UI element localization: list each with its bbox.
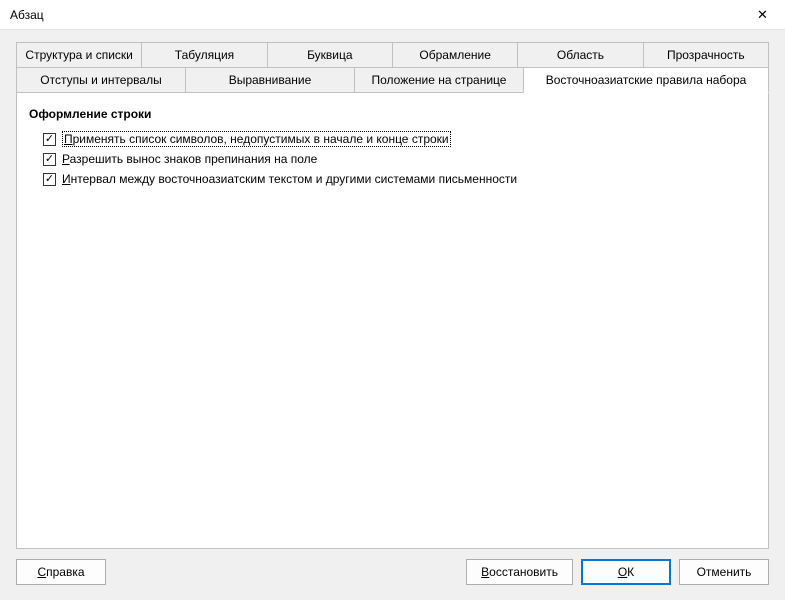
label-spacing-asian[interactable]: Интервал между восточноазиатским текстом… — [62, 172, 517, 186]
checkbox-hanging-punct[interactable] — [43, 153, 56, 166]
help-button[interactable]: Справка — [16, 559, 106, 585]
checkbox-forbidden-chars[interactable] — [43, 133, 56, 146]
tab-structure-lists[interactable]: Структура и списки — [16, 42, 142, 67]
option-spacing-asian: Интервал между восточноазиатским текстом… — [29, 169, 756, 189]
ok-button[interactable]: ОК — [581, 559, 671, 585]
window-title: Абзац — [10, 8, 44, 22]
tab-tabulation[interactable]: Табуляция — [141, 42, 267, 67]
tab-border[interactable]: Обрамление — [392, 42, 518, 67]
label-forbidden-chars[interactable]: Применять список символов, недопустимых … — [62, 132, 451, 146]
button-bar: Справка Восстановить ОК Отменить — [0, 549, 785, 599]
option-hanging-punct: Разрешить вынос знаков препинания на пол… — [29, 149, 756, 169]
tab-area: Структура и списки Табуляция Буквица Обр… — [0, 30, 785, 549]
button-bar-right: Восстановить ОК Отменить — [466, 559, 769, 585]
tab-row-1: Структура и списки Табуляция Буквица Обр… — [16, 42, 769, 67]
tab-content: Оформление строки Применять список симво… — [16, 93, 769, 549]
reset-button[interactable]: Восстановить — [466, 559, 573, 585]
tab-row-2: Отступы и интервалы Выравнивание Положен… — [16, 67, 769, 93]
tab-dropcap[interactable]: Буквица — [267, 42, 393, 67]
paragraph-dialog: Абзац ✕ Структура и списки Табуляция Бук… — [0, 0, 785, 600]
checkbox-spacing-asian[interactable] — [43, 173, 56, 186]
cancel-button[interactable]: Отменить — [679, 559, 769, 585]
section-title: Оформление строки — [29, 107, 756, 121]
tab-alignment[interactable]: Выравнивание — [185, 67, 355, 93]
tab-transparency[interactable]: Прозрачность — [643, 42, 769, 67]
tab-indents[interactable]: Отступы и интервалы — [16, 67, 186, 93]
option-forbidden-chars: Применять список символов, недопустимых … — [29, 129, 756, 149]
close-button[interactable]: ✕ — [740, 0, 785, 30]
label-hanging-punct[interactable]: Разрешить вынос знаков препинания на пол… — [62, 152, 317, 166]
tabs: Структура и списки Табуляция Буквица Обр… — [16, 42, 769, 93]
tab-asian-typography[interactable]: Восточноазиатские правила набора — [523, 67, 769, 93]
tab-page-position[interactable]: Положение на странице — [354, 67, 524, 93]
titlebar: Абзац ✕ — [0, 0, 785, 30]
button-bar-left: Справка — [16, 559, 106, 585]
tab-area-fill[interactable]: Область — [517, 42, 643, 67]
